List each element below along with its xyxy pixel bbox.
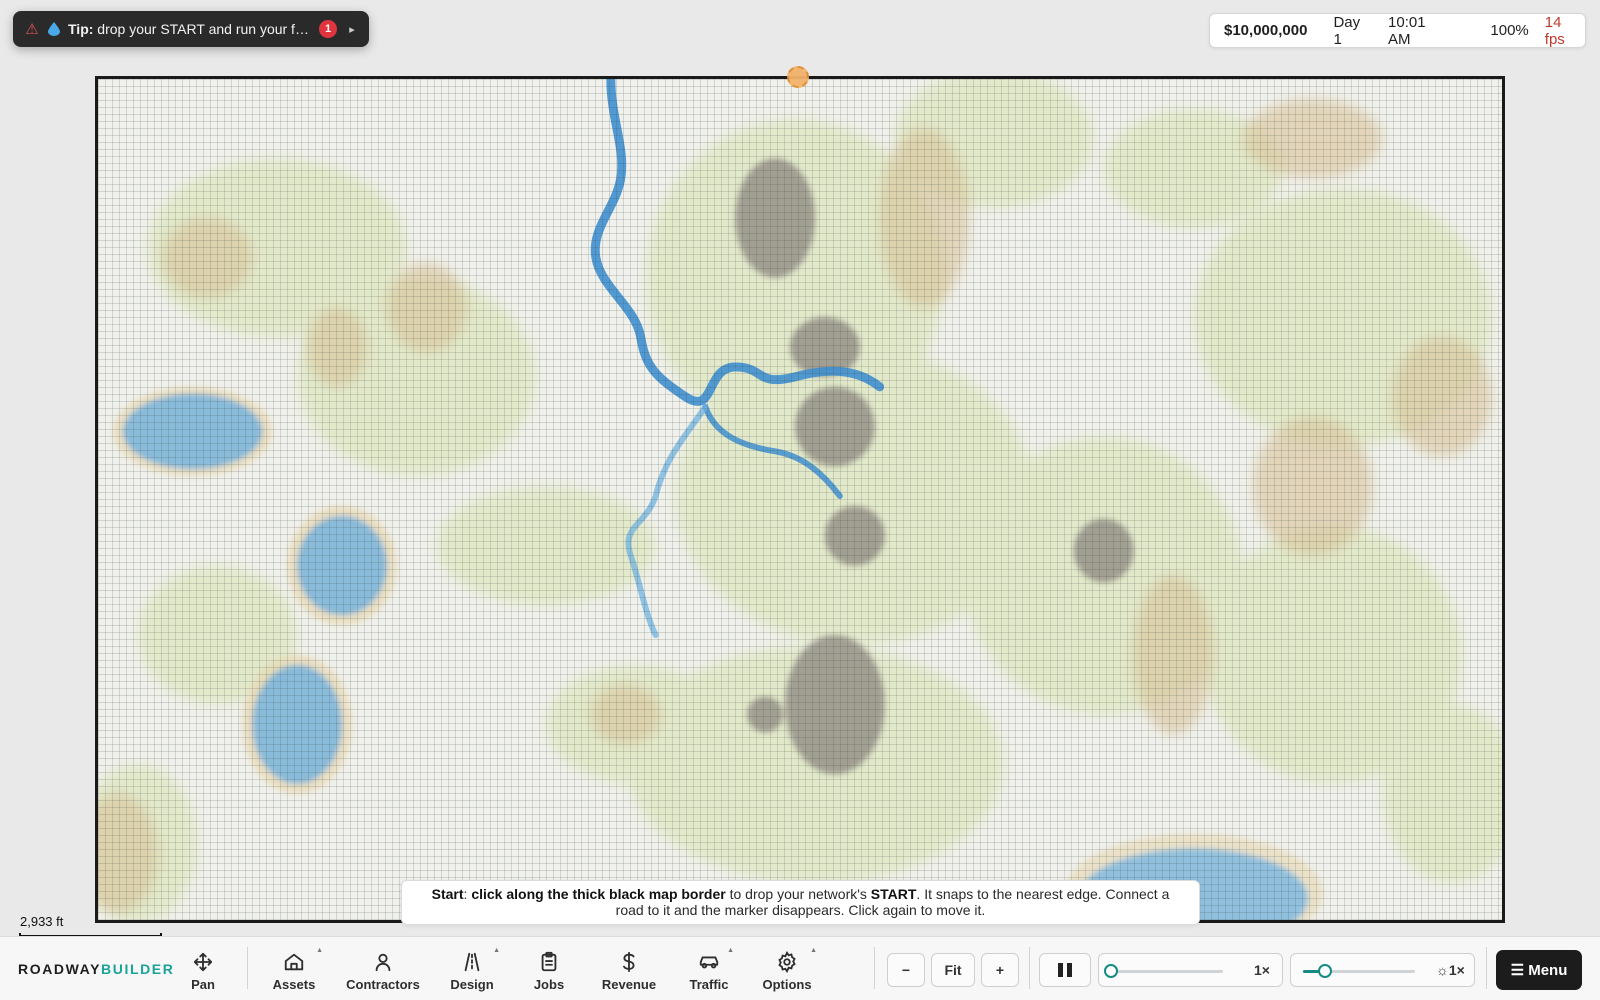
- menu-button[interactable]: ☰ Menu: [1496, 950, 1582, 990]
- instruction-text-1: to drop your network's: [725, 886, 871, 902]
- tip-count-badge: 1: [319, 20, 337, 38]
- warning-icon: ⚠: [25, 21, 39, 38]
- zoom-in-button[interactable]: +: [981, 953, 1019, 987]
- instruction-banner: Start: click along the thick black map b…: [401, 880, 1200, 925]
- dollar-icon: [623, 951, 635, 973]
- instruction-start-word: START: [870, 886, 917, 902]
- expand-caret-icon: ▲: [810, 947, 817, 954]
- home-icon: [284, 953, 304, 971]
- road-icon: [464, 952, 480, 972]
- terrain-map[interactable]: [95, 76, 1505, 923]
- tool-design-label: Design: [450, 977, 494, 992]
- expand-caret-icon: ▲: [727, 947, 734, 954]
- tool-traffic[interactable]: ▲ Traffic: [689, 947, 735, 995]
- tool-traffic-label: Traffic: [689, 977, 729, 992]
- toolbar-divider: [1029, 947, 1030, 989]
- light-value: ☼1×: [1436, 962, 1465, 978]
- map-scale: 2,933 ft: [19, 914, 169, 938]
- expand-caret-icon: ▲: [316, 947, 323, 954]
- zoom-level: 100%: [1490, 22, 1529, 39]
- start-marker[interactable]: [787, 66, 809, 88]
- tool-pan[interactable]: Pan: [188, 951, 218, 995]
- gear-icon: [778, 951, 796, 973]
- light-slider[interactable]: ☼1×: [1290, 953, 1475, 987]
- instruction-emphasis: click along the thick black map border: [471, 886, 726, 902]
- game-clock: 10:01 AM: [1388, 13, 1426, 48]
- toolbar-divider: [874, 947, 875, 989]
- status-bar: $10,000,000 Day 1 10:01 AM 100% 14 fps: [1209, 13, 1586, 48]
- speed-slider-track: [1111, 970, 1223, 973]
- tip-toast[interactable]: ⚠ Tip: drop your START and run your firs…: [13, 11, 369, 47]
- person-icon: [375, 953, 391, 972]
- pause-button[interactable]: [1039, 953, 1091, 987]
- tool-contractors[interactable]: Contractors: [346, 951, 420, 995]
- speed-slider-thumb[interactable]: [1104, 964, 1118, 978]
- toolbar-divider: [1486, 947, 1487, 989]
- tip-body: drop your START and run your first...: [97, 21, 311, 37]
- zoom-fit-button[interactable]: Fit: [931, 953, 975, 987]
- car-icon: [699, 956, 719, 969]
- pause-icon: [1058, 963, 1072, 977]
- expand-caret-icon: ▲: [493, 947, 500, 954]
- tool-assets[interactable]: ▲ Assets: [271, 947, 323, 995]
- tool-design[interactable]: ▲ Design: [450, 947, 500, 995]
- brand-logo: ROADWAYBUILDER: [18, 961, 174, 977]
- tool-jobs[interactable]: Jobs: [533, 951, 565, 995]
- move-arrows-icon: [193, 952, 213, 972]
- instruction-heading: Start: [431, 886, 464, 902]
- tool-jobs-label: Jobs: [533, 977, 565, 992]
- bottom-toolbar: ROADWAYBUILDER Pan ▲ Assets Contractors …: [0, 936, 1600, 1000]
- tip-label: Tip:: [68, 21, 94, 37]
- budget-amount: $10,000,000: [1224, 22, 1308, 39]
- expand-tip-icon[interactable]: ▸: [345, 23, 359, 36]
- tool-assets-label: Assets: [272, 977, 316, 992]
- clipboard-icon: [541, 951, 557, 972]
- fps-counter: 14 fps: [1544, 13, 1565, 48]
- brand-part-1: ROADWAY: [18, 961, 102, 977]
- map-grid: [98, 79, 1502, 920]
- tool-revenue[interactable]: Revenue: [601, 951, 657, 995]
- water-drop-icon: [48, 22, 60, 36]
- tool-revenue-label: Revenue: [601, 977, 657, 992]
- scale-label: 2,933 ft: [20, 914, 64, 929]
- toolbar-divider: [247, 947, 248, 989]
- speed-value: 1×: [1254, 962, 1270, 978]
- light-slider-thumb[interactable]: [1318, 964, 1332, 978]
- tool-pan-label: Pan: [191, 977, 215, 992]
- tool-contractors-label: Contractors: [346, 977, 420, 992]
- tip-message: Tip: drop your START and run your first.…: [68, 21, 311, 37]
- zoom-out-button[interactable]: −: [887, 953, 925, 987]
- tool-options[interactable]: ▲ Options: [762, 947, 817, 995]
- tool-options-label: Options: [762, 977, 812, 992]
- speed-slider[interactable]: 1×: [1098, 953, 1283, 987]
- day-counter: Day 1: [1333, 13, 1361, 48]
- brand-part-2: BUILDER: [101, 961, 175, 977]
